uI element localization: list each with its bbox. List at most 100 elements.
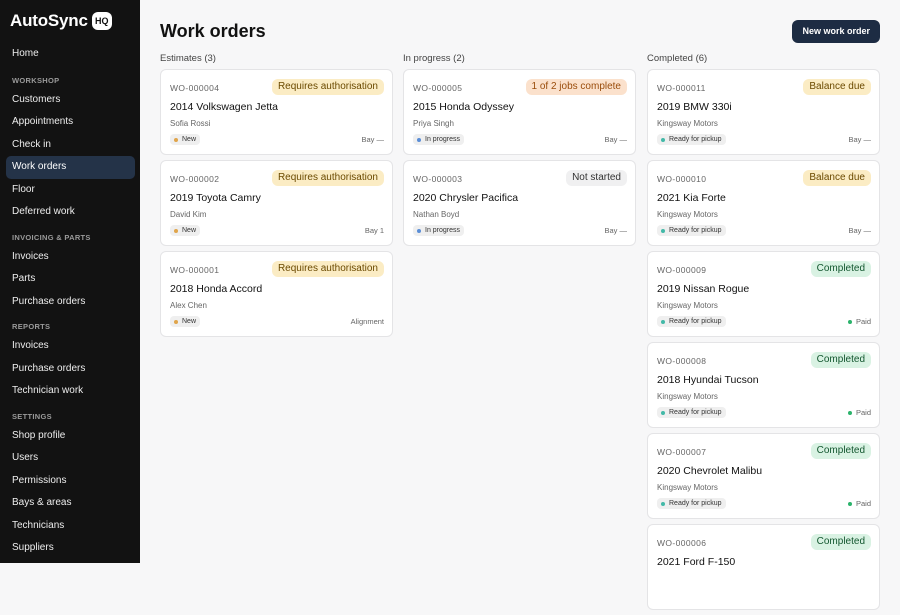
- sidebar-item-appointments[interactable]: Appointments: [0, 111, 135, 134]
- work-order-card[interactable]: WO-000008 Completed 2018 Hyundai Tucson …: [647, 342, 880, 428]
- work-order-card[interactable]: WO-000004 Requires authorisation 2014 Vo…: [160, 69, 393, 155]
- sidebar-item-purchase-orders[interactable]: Purchase orders: [0, 291, 135, 314]
- sidebar-item-customers[interactable]: Customers: [0, 89, 135, 112]
- bay-label: Bay 1: [364, 226, 384, 235]
- status-dot-icon: [174, 319, 178, 324]
- paid-text: Paid: [855, 408, 871, 417]
- status-badge: Ready for pickup: [657, 407, 726, 418]
- sidebar-item-report-invoices[interactable]: Invoices: [0, 335, 135, 358]
- sidebar-item-users[interactable]: Users: [0, 447, 135, 470]
- jobs-progress-badge: 1 of 2 jobs complete: [525, 79, 627, 95]
- sidebar-item-parts[interactable]: Parts: [0, 268, 135, 291]
- status-badge: New: [170, 316, 201, 327]
- sidebar-item-invoices[interactable]: Invoices: [0, 246, 135, 269]
- column-title: Completed (6): [647, 53, 708, 64]
- vehicle-name: 2019 Toyota Camry: [170, 192, 261, 204]
- sidebar-item-check-in[interactable]: Check in: [0, 134, 135, 157]
- vehicle-name: 2015 Honda Odyssey: [413, 101, 514, 113]
- sidebar-item-report-purchase-orders[interactable]: Purchase orders: [0, 358, 135, 381]
- sidebar-item-bays-areas[interactable]: Bays & areas: [0, 492, 135, 515]
- vehicle-name: 2019 Nissan Rogue: [657, 283, 750, 295]
- work-order-id: WO-000001: [170, 265, 220, 275]
- status-label: Ready for pickup: [669, 318, 722, 325]
- sidebar-heading-settings: SETTINGS: [12, 411, 52, 421]
- new-work-order-button[interactable]: New work order: [792, 20, 880, 43]
- work-order-id: WO-000002: [170, 174, 220, 184]
- sidebar-item-floor[interactable]: Floor: [0, 179, 135, 202]
- logo-text: AutoSync: [10, 11, 88, 30]
- work-order-card[interactable]: WO-000003 Not started 2020 Chrysler Paci…: [403, 160, 636, 246]
- work-order-id: WO-000011: [657, 83, 706, 93]
- status-badge: Ready for pickup: [657, 498, 726, 509]
- sidebar-heading-reports: REPORTS: [12, 322, 51, 331]
- vehicle-name: 2020 Chevrolet Malibu: [657, 465, 763, 477]
- bay-label: Bay —: [848, 135, 871, 144]
- sidebar-heading-workshop: WORKSHOP: [12, 75, 60, 85]
- status-badge: Ready for pickup: [657, 134, 726, 145]
- work-order-id: WO-000010: [657, 174, 707, 184]
- customer-name: Nathan Boyd: [413, 210, 460, 219]
- status-label: Ready for pickup: [669, 227, 722, 234]
- vehicle-name: 2014 Volkswagen Jetta: [170, 101, 278, 113]
- sidebar-item-suppliers[interactable]: Suppliers: [0, 537, 135, 560]
- paid-dot-icon: [847, 501, 852, 506]
- status-dot-icon: [417, 228, 421, 233]
- sidebar-item-technicians[interactable]: Technicians: [0, 515, 135, 538]
- authorisation-badge: Requires authorisation: [271, 170, 384, 186]
- work-order-card[interactable]: WO-000006 Completed 2021 Ford F-150: [647, 524, 880, 610]
- paid-text: Paid: [855, 317, 871, 326]
- customer-name: Kingsway Motors: [657, 119, 718, 128]
- authorisation-badge: Requires authorisation: [271, 79, 384, 95]
- customer-name: Sofia Rossi: [170, 119, 211, 128]
- sidebar-item-report-technician-work[interactable]: Technician work: [0, 380, 135, 403]
- status-label: Ready for pickup: [669, 500, 722, 507]
- paid-text: Paid: [855, 499, 871, 508]
- bay-label: Bay —: [604, 226, 627, 235]
- sidebar-heading-invoicing: INVOICING & PARTS: [12, 232, 91, 242]
- sidebar-item-permissions[interactable]: Permissions: [0, 470, 135, 493]
- sidebar-item-shop-profile[interactable]: Shop profile: [0, 425, 135, 448]
- status-badge: Ready for pickup: [657, 316, 726, 327]
- work-order-card[interactable]: WO-000002 Requires authorisation 2019 To…: [160, 160, 393, 246]
- sidebar-item-work-orders[interactable]: Work orders: [6, 156, 135, 179]
- paid-label: Paid: [847, 408, 871, 417]
- logo-badge: HQ: [91, 12, 112, 30]
- status-badge: In progress: [413, 225, 465, 236]
- work-order-id: WO-000004: [170, 83, 220, 93]
- authorisation-badge: Requires authorisation: [271, 261, 384, 277]
- customer-name: David Kim: [170, 210, 207, 219]
- main-content: Work orders New work order Estimates (3)…: [140, 0, 900, 610]
- vehicle-name: 2021 Ford F-150: [657, 556, 736, 568]
- column-in-progress: In progress (2) WO-000005 1 of 2 jobs co…: [403, 53, 636, 251]
- vehicle-name: 2020 Chrysler Pacifica: [413, 192, 519, 204]
- paid-dot-icon: [847, 319, 852, 324]
- bay-label: Bay —: [604, 135, 627, 144]
- work-order-card[interactable]: WO-000011 Balance due 2019 BMW 330i King…: [647, 69, 880, 155]
- status-dot-icon: [661, 228, 665, 233]
- customer-name: Priya Singh: [413, 119, 454, 128]
- status-label: New: [182, 227, 197, 234]
- status-dot-icon: [174, 137, 178, 142]
- status-label: Ready for pickup: [669, 136, 722, 143]
- work-order-card[interactable]: WO-000010 Balance due 2021 Kia Forte Kin…: [647, 160, 880, 246]
- work-order-id: WO-000007: [657, 447, 707, 457]
- sidebar-item-home[interactable]: Home: [0, 43, 135, 66]
- work-order-id: WO-000003: [413, 174, 463, 184]
- status-label: New: [182, 318, 197, 325]
- logo[interactable]: AutoSync HQ: [0, 0, 140, 42]
- vehicle-name: 2018 Hyundai Tucson: [657, 374, 759, 386]
- vehicle-name: 2018 Honda Accord: [170, 283, 263, 295]
- status-dot-icon: [661, 410, 665, 415]
- work-order-card[interactable]: WO-000007 Completed 2020 Chevrolet Malib…: [647, 433, 880, 519]
- sidebar-item-deferred-work[interactable]: Deferred work: [0, 201, 135, 224]
- work-order-card[interactable]: WO-000005 1 of 2 jobs complete 2015 Hond…: [403, 69, 636, 155]
- completed-badge: Completed: [810, 534, 871, 550]
- status-dot-icon: [417, 137, 421, 142]
- page-title: Work orders: [160, 21, 266, 41]
- work-order-card[interactable]: WO-000001 Requires authorisation 2018 Ho…: [160, 251, 393, 337]
- bay-label: Alignment: [350, 317, 384, 326]
- work-order-card[interactable]: WO-000009 Completed 2019 Nissan Rogue Ki…: [647, 251, 880, 337]
- status-dot-icon: [661, 137, 665, 142]
- vehicle-name: 2021 Kia Forte: [657, 192, 726, 204]
- column-completed: Completed (6) WO-000011 Balance due 2019…: [647, 53, 880, 615]
